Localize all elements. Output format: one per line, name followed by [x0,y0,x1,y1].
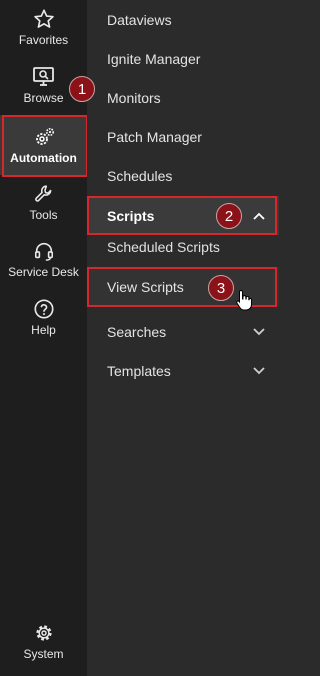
callout-badge-2: 2 [216,203,242,229]
menu-item-monitors[interactable]: Monitors [87,78,279,117]
hand-cursor-icon [236,289,252,311]
menu-item-schedules[interactable]: Schedules [87,156,279,195]
wrench-icon [34,185,51,202]
menu-item-dataviews[interactable]: Dataviews [87,0,279,39]
chevron-down-icon [253,327,265,335]
star-icon [33,9,54,28]
rail-system-label: System [23,647,64,661]
menu-item-label: Templates [107,362,171,379]
menu-item-label: Scheduled Scripts [107,238,220,255]
menu-item-scheduled-scripts[interactable]: Scheduled Scripts [87,227,279,266]
rail-tools[interactable]: Tools [0,183,87,222]
monitor-search-icon [32,67,54,86]
rail-tools-label: Tools [29,208,58,222]
rail-browse-label: Browse [23,91,64,105]
menu-item-label: Schedules [107,167,173,184]
callout-badge-1: 1 [69,76,95,102]
rail-help-label: Help [31,323,56,337]
menu-item-label: Ignite Manager [107,50,201,67]
menu-item-ignite-manager[interactable]: Ignite Manager [87,39,279,78]
rail-service-desk[interactable]: Service Desk [0,240,87,279]
menu-item-searches[interactable]: Searches [87,312,279,351]
menu-item-label: Dataviews [107,11,172,28]
headset-icon [34,242,53,261]
help-circle-icon [33,299,54,319]
chevron-down-icon [253,366,265,374]
menu-item-label: Monitors [107,89,161,106]
rail-favorites[interactable]: Favorites [0,8,87,47]
menu-item-patch-manager[interactable]: Patch Manager [87,117,279,156]
menu-item-label: Patch Manager [107,128,202,145]
rail-system[interactable]: System [0,622,87,661]
rail-help[interactable]: Help [0,298,87,337]
callout-badge-3: 3 [208,275,234,301]
menu-item-templates[interactable]: Templates [87,351,279,390]
highlight-automation [2,115,88,177]
gear-icon [35,625,52,641]
rail-service-desk-label: Service Desk [8,265,79,279]
rail-favorites-label: Favorites [18,33,69,47]
menu-item-label: Searches [107,323,167,340]
